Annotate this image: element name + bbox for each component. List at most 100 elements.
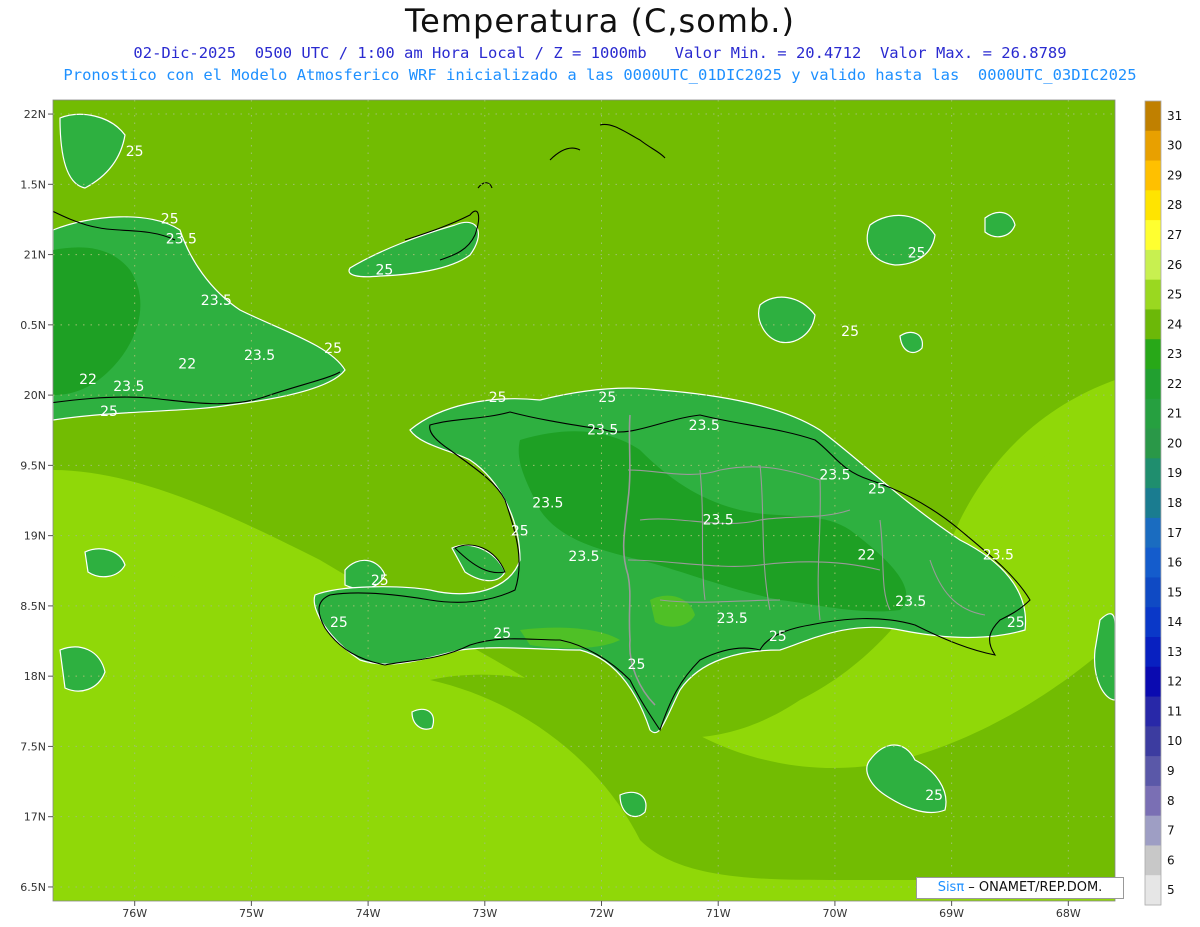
lon-tick-label: 68W — [1056, 907, 1081, 920]
lat-tick-label: 0.5N — [20, 319, 46, 332]
colorbar-label: 28 — [1167, 198, 1182, 212]
lon-tick-label: 76W — [122, 907, 147, 920]
colorbar-label: 25 — [1167, 288, 1182, 302]
colorbar-swatch — [1145, 637, 1161, 668]
latitude-ticks: 22N 1.5N 21N 0.5N 20N 9.5N 19N 8.5N 18N 7.5N 17N 6.… — [20, 108, 53, 894]
contour-label: 25 — [769, 629, 787, 645]
lon-tick-label: 70W — [822, 907, 847, 920]
contour-label: 25 — [161, 212, 179, 228]
lon-tick-label: 72W — [589, 907, 614, 920]
contour-label: 25 — [868, 481, 886, 497]
contour-label: 25 — [841, 324, 859, 340]
credit-text: – ONAMET/REP.DOM. — [964, 880, 1103, 895]
colorbar-swatch — [1145, 666, 1161, 698]
colorbar-label: 27 — [1167, 228, 1182, 242]
colorbar-label: 12 — [1167, 675, 1182, 689]
contour-label: 23.5 — [532, 496, 563, 512]
contour-label: 25 — [908, 245, 926, 261]
contour-label: 23.5 — [113, 379, 144, 395]
colorbar-swatch — [1145, 696, 1161, 727]
colorbar-label: 15 — [1167, 585, 1182, 599]
lat-tick-label: 21N — [24, 249, 46, 262]
colorbar-label: 23 — [1167, 347, 1182, 361]
colorbar-swatch — [1145, 190, 1161, 221]
contour-label: 23.5 — [201, 293, 232, 309]
contour-label: 25 — [126, 144, 144, 160]
lon-tick-label: 74W — [356, 907, 381, 920]
colorbar-label: 16 — [1167, 556, 1182, 570]
colorbar-label: 9 — [1167, 764, 1175, 778]
colorbar-label: 29 — [1167, 168, 1182, 182]
colorbar-swatch — [1145, 547, 1161, 578]
colorbar-swatch — [1145, 845, 1161, 876]
colorbar-swatch — [1145, 309, 1161, 340]
colorbar-label: 5 — [1167, 883, 1175, 897]
colorbar-label: 6 — [1167, 853, 1175, 867]
colorbar-swatch — [1145, 607, 1161, 638]
contour-label: 25 — [100, 404, 118, 420]
colorbar-swatch — [1145, 249, 1161, 281]
temperature-map: 2523.52523.523.5222522 23.5252525 2523.523… — [20, 99, 1182, 920]
colorbar-swatch — [1145, 517, 1161, 549]
contour-label: 23.5 — [244, 348, 275, 364]
colorbar-label: 24 — [1167, 317, 1182, 331]
contour-label: 22 — [79, 372, 97, 388]
credit-sis: Sisπ — [937, 880, 965, 895]
colorbar-label: 18 — [1167, 496, 1182, 510]
lat-tick-label: 9.5N — [20, 459, 46, 472]
lat-tick-label: 18N — [24, 670, 46, 683]
contour-label: 25 — [628, 657, 646, 673]
colorbar-label: 7 — [1167, 824, 1175, 838]
colorbar-swatch — [1145, 220, 1161, 251]
colorbar-swatch — [1145, 458, 1161, 489]
contour-label: 25 — [489, 390, 507, 406]
lat-tick-label: 6.5N — [20, 881, 46, 894]
lat-tick-label: 22N — [24, 108, 46, 121]
colorbar-label: 17 — [1167, 526, 1182, 540]
contour-label: 25 — [376, 262, 394, 278]
contour-label: 23.5 — [568, 549, 599, 565]
lon-tick-label: 73W — [472, 907, 497, 920]
contour-label: 22 — [858, 548, 876, 564]
map-field: 2523.52523.523.5222522 23.5252525 2523.523… — [53, 100, 1115, 901]
lat-tick-label: 19N — [24, 530, 46, 543]
contour-label: 25 — [925, 788, 943, 804]
colorbar-label: 10 — [1167, 734, 1182, 748]
colorbar-swatch — [1145, 488, 1161, 519]
colorbar-swatch — [1145, 279, 1161, 310]
colorbar-label: 20 — [1167, 436, 1182, 450]
colorbar-swatch — [1145, 160, 1161, 191]
colorbar-label: 11 — [1167, 704, 1182, 718]
contour-label: 23.5 — [895, 594, 926, 610]
lon-tick-label: 75W — [239, 907, 264, 920]
colorbar-label: 31 — [1167, 109, 1182, 123]
lat-tick-label: 20N — [24, 389, 46, 402]
colorbar-swatch — [1145, 369, 1161, 400]
contour-label: 25 — [511, 524, 529, 540]
colorbar-label: 22 — [1167, 377, 1182, 391]
colorbar-swatch — [1145, 130, 1161, 162]
colorbar-swatch — [1145, 398, 1161, 430]
colorbar-label: 19 — [1167, 466, 1182, 480]
colorbar-label: 14 — [1167, 615, 1182, 629]
contour-label: 25 — [324, 341, 342, 357]
contour-label: 23.5 — [717, 611, 748, 627]
contour-label: 23.5 — [689, 418, 720, 434]
contour-label: 25 — [1007, 615, 1025, 631]
colorbar: 31 30 29 28 27 26 25 24 23 22 21 20 19 18 17 16 15 14 13 12… — [1144, 100, 1182, 906]
contour-label: 25 — [330, 615, 348, 631]
colorbar-swatch — [1145, 428, 1161, 459]
lon-tick-label: 71W — [706, 907, 731, 920]
colorbar-label: 26 — [1167, 258, 1182, 272]
contour-label: 25 — [493, 626, 511, 642]
lon-tick-label: 69W — [939, 907, 964, 920]
colorbar-swatch — [1145, 756, 1161, 787]
colorbar-swatch — [1145, 726, 1161, 757]
contour-label: 23.5 — [587, 422, 618, 438]
colorbar-label: 30 — [1167, 139, 1182, 153]
longitude-ticks: 76W 75W 74W 73W 72W 71W 70W 69W 68W — [122, 901, 1081, 920]
contour-label: 25 — [371, 573, 389, 589]
colorbar-swatch — [1145, 785, 1161, 817]
contour-label: 23.5 — [166, 231, 197, 247]
colorbar-swatch — [1145, 339, 1161, 370]
